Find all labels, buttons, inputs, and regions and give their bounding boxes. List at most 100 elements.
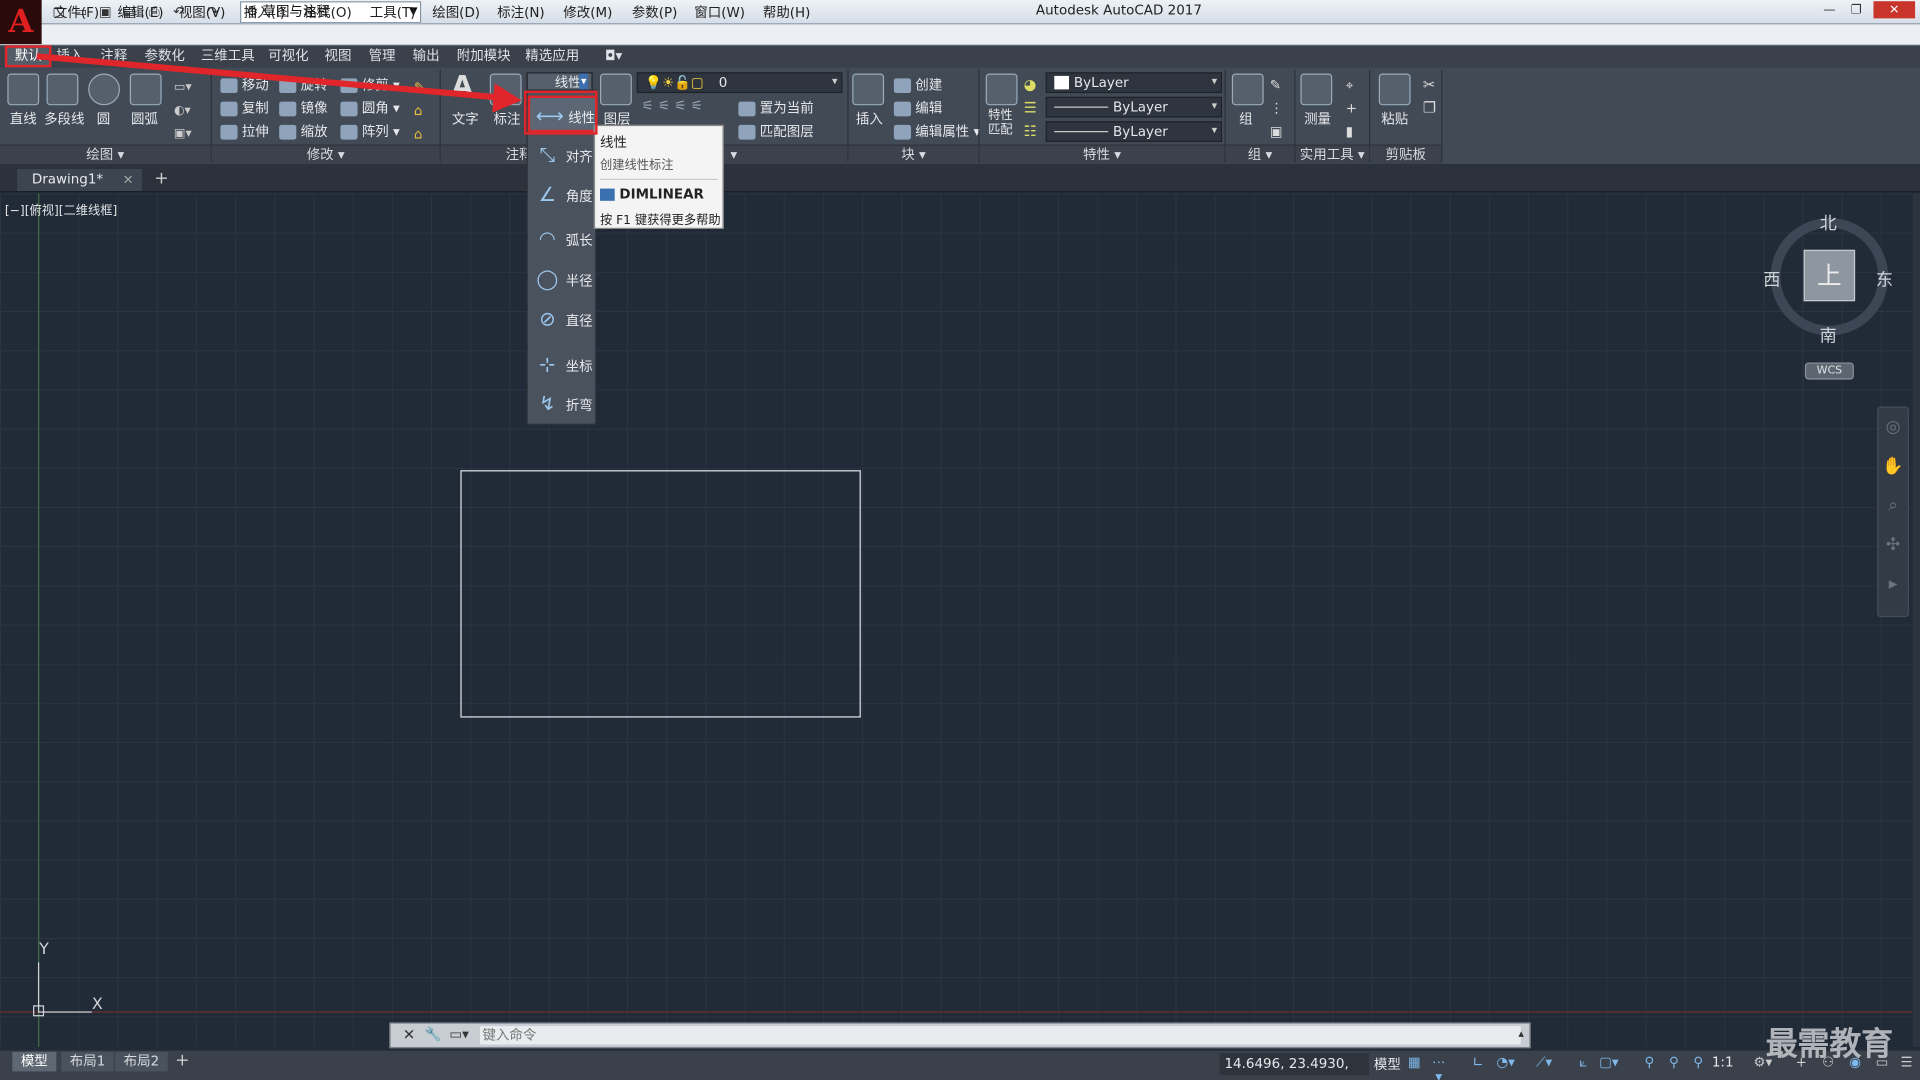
- ribbon-options-icon[interactable]: ◘▾: [600, 48, 627, 65]
- polyline-icon[interactable]: [46, 73, 79, 106]
- layer-properties-icon[interactable]: [600, 73, 632, 106]
- circle-icon[interactable]: [88, 73, 121, 106]
- annotation-scale-value[interactable]: 1:1: [1712, 1054, 1734, 1070]
- dim-ordinate-item[interactable]: ⊹ 坐标: [528, 347, 598, 384]
- edit-attributes-tool[interactable]: 编辑属性 ▾: [893, 121, 980, 141]
- layer-state-icons[interactable]: ⚟ ⚟ ⚟ ⚟: [642, 98, 703, 114]
- clipboard-extra-icons[interactable]: ✂ ❐: [1423, 73, 1436, 120]
- tab-layout1[interactable]: 布局1: [61, 1051, 114, 1072]
- object-snap-icon[interactable]: ▢▾: [1599, 1055, 1618, 1071]
- insert-tool-label[interactable]: 插入: [856, 109, 883, 129]
- command-history-icon[interactable]: ▭▾: [449, 1026, 468, 1042]
- annotation-visibility-icon[interactable]: ⚲: [1641, 1055, 1658, 1071]
- circle-tool-label[interactable]: 圆: [97, 109, 110, 129]
- isodraft-icon[interactable]: ⟋▾: [1536, 1055, 1553, 1071]
- tab-insert[interactable]: 插入: [51, 48, 88, 65]
- group-icon[interactable]: [1231, 73, 1264, 106]
- snap-icon[interactable]: ⋯▾: [1430, 1055, 1447, 1080]
- viewcube-top-face[interactable]: 上: [1803, 249, 1856, 302]
- panel-block[interactable]: 块 ▾: [848, 144, 979, 165]
- panel-properties[interactable]: 特性 ▾: [979, 144, 1225, 165]
- tab-model[interactable]: 模型: [12, 1051, 57, 1072]
- line-icon[interactable]: [7, 73, 40, 106]
- tab-3d-tools[interactable]: 三维工具: [196, 48, 260, 65]
- annotation-scale-icon[interactable]: ⚲: [1690, 1055, 1707, 1071]
- compass-south[interactable]: 南: [1820, 323, 1837, 347]
- vertical-scrollbar[interactable]: [1912, 193, 1920, 1047]
- match-layer[interactable]: 匹配图层: [738, 121, 814, 141]
- trim-tool[interactable]: 修剪 ▾: [340, 75, 400, 95]
- close-icon[interactable]: ×: [122, 169, 133, 191]
- measure-icon[interactable]: [1300, 73, 1333, 106]
- menu-help[interactable]: 帮助(H): [763, 2, 811, 22]
- panel-draw[interactable]: 绘图 ▾: [0, 144, 211, 165]
- tab-output[interactable]: 输出: [408, 48, 445, 65]
- compass-west[interactable]: 西: [1763, 267, 1780, 291]
- tab-default[interactable]: 默认: [4, 45, 52, 68]
- match-properties-label[interactable]: 特性匹配: [988, 109, 1015, 138]
- copy-tool[interactable]: 复制: [220, 98, 269, 118]
- group-tool-label[interactable]: 组: [1239, 109, 1252, 129]
- draw-more-icons[interactable]: ▭▾ ◐▾ ▣▾: [174, 76, 192, 146]
- tab-view[interactable]: 视图: [320, 48, 357, 65]
- text-tool-label[interactable]: 文字: [452, 109, 479, 129]
- scale-tool[interactable]: 缩放: [279, 121, 328, 141]
- coordinates-readout[interactable]: 14.6496, 23.4930, 0.0000: [1219, 1053, 1369, 1080]
- polyline-tool-label[interactable]: 多段线: [44, 109, 84, 129]
- tab-manage[interactable]: 管理: [364, 48, 401, 65]
- tab-annotate[interactable]: 注释: [96, 48, 133, 65]
- dim-linear-item[interactable]: ⟷ 线性: [527, 95, 598, 133]
- viewport-controls[interactable]: [−][俯视][二维线框]: [5, 200, 117, 217]
- navbar-icons[interactable]: ◎ ✋ ⌕ ✣ ▸: [1878, 408, 1907, 604]
- dim-aligned-item[interactable]: ⤡ 对齐: [528, 137, 598, 174]
- color-combo[interactable]: ByLayer ▾: [1045, 72, 1223, 94]
- tab-visualize[interactable]: 可视化: [263, 48, 313, 65]
- dim-angular-item[interactable]: ∠ 角度: [528, 176, 598, 213]
- menu-window[interactable]: 窗口(W): [694, 2, 745, 22]
- menu-tools[interactable]: 工具(T): [370, 2, 416, 22]
- compass-east[interactable]: 东: [1876, 267, 1893, 291]
- dimension-tool-label[interactable]: 标注: [493, 109, 520, 129]
- drawing-canvas[interactable]: [0, 193, 1913, 1047]
- tab-featured-apps[interactable]: 精选应用: [520, 48, 584, 65]
- menu-parametric[interactable]: 参数(P): [632, 2, 678, 22]
- customization-icon[interactable]: ☰: [1898, 1055, 1915, 1071]
- menu-dimension[interactable]: 标注(N): [497, 2, 545, 22]
- chevron-up-icon[interactable]: ▴: [1518, 1029, 1524, 1041]
- minimize-button[interactable]: —: [1817, 1, 1841, 18]
- panel-clipboard[interactable]: 剪贴板: [1370, 144, 1442, 165]
- application-menu-button[interactable]: A: [0, 0, 42, 45]
- dimension-icon[interactable]: [489, 73, 522, 106]
- dim-jogged-item[interactable]: ↯ 折弯: [528, 386, 598, 423]
- panel-utilities[interactable]: 实用工具 ▾: [1295, 144, 1369, 165]
- paste-icon[interactable]: [1378, 73, 1411, 106]
- close-icon[interactable]: ✕: [403, 1026, 415, 1043]
- doc-tab-drawing1[interactable]: Drawing1* ×: [17, 168, 143, 192]
- move-tool[interactable]: 移动: [220, 75, 269, 95]
- wcs-menu[interactable]: WCS: [1804, 362, 1854, 380]
- group-extra-icons[interactable]: ✎ ⋮ ▣: [1270, 73, 1283, 143]
- create-block-tool[interactable]: 创建: [893, 75, 942, 95]
- dim-radius-item[interactable]: ◯ 半径: [528, 261, 598, 298]
- arc-icon[interactable]: [129, 73, 162, 106]
- stretch-tool[interactable]: 拉伸: [220, 121, 269, 141]
- auto-scale-icon[interactable]: ⚲: [1665, 1055, 1682, 1071]
- edit-block-tool[interactable]: 编辑: [893, 98, 942, 118]
- panel-modify[interactable]: 修改 ▾: [211, 144, 440, 165]
- measure-tool-label[interactable]: 测量: [1304, 109, 1331, 129]
- array-tool[interactable]: 阵列 ▾: [340, 121, 400, 141]
- menu-file[interactable]: 文件(F): [54, 2, 99, 22]
- menu-insert[interactable]: 插入(I): [244, 2, 285, 22]
- layer-combo[interactable]: 💡☀🔓▢ 0 ▾: [636, 72, 843, 94]
- menu-edit[interactable]: 编辑(E): [118, 2, 164, 22]
- close-button[interactable]: ✕: [1873, 1, 1916, 19]
- drawn-rectangle[interactable]: [460, 470, 861, 718]
- arc-tool-label[interactable]: 圆弧: [131, 109, 158, 129]
- grid-icon[interactable]: ▦: [1406, 1055, 1423, 1071]
- add-layout-button[interactable]: +: [175, 1051, 189, 1071]
- wrench-icon[interactable]: 🔧: [425, 1026, 442, 1042]
- tab-addins[interactable]: 附加模块: [452, 48, 516, 65]
- tab-parametric[interactable]: 参数化: [140, 48, 190, 65]
- model-space-button[interactable]: 模型: [1374, 1054, 1401, 1074]
- fillet-tool[interactable]: 圆角 ▾: [340, 98, 400, 118]
